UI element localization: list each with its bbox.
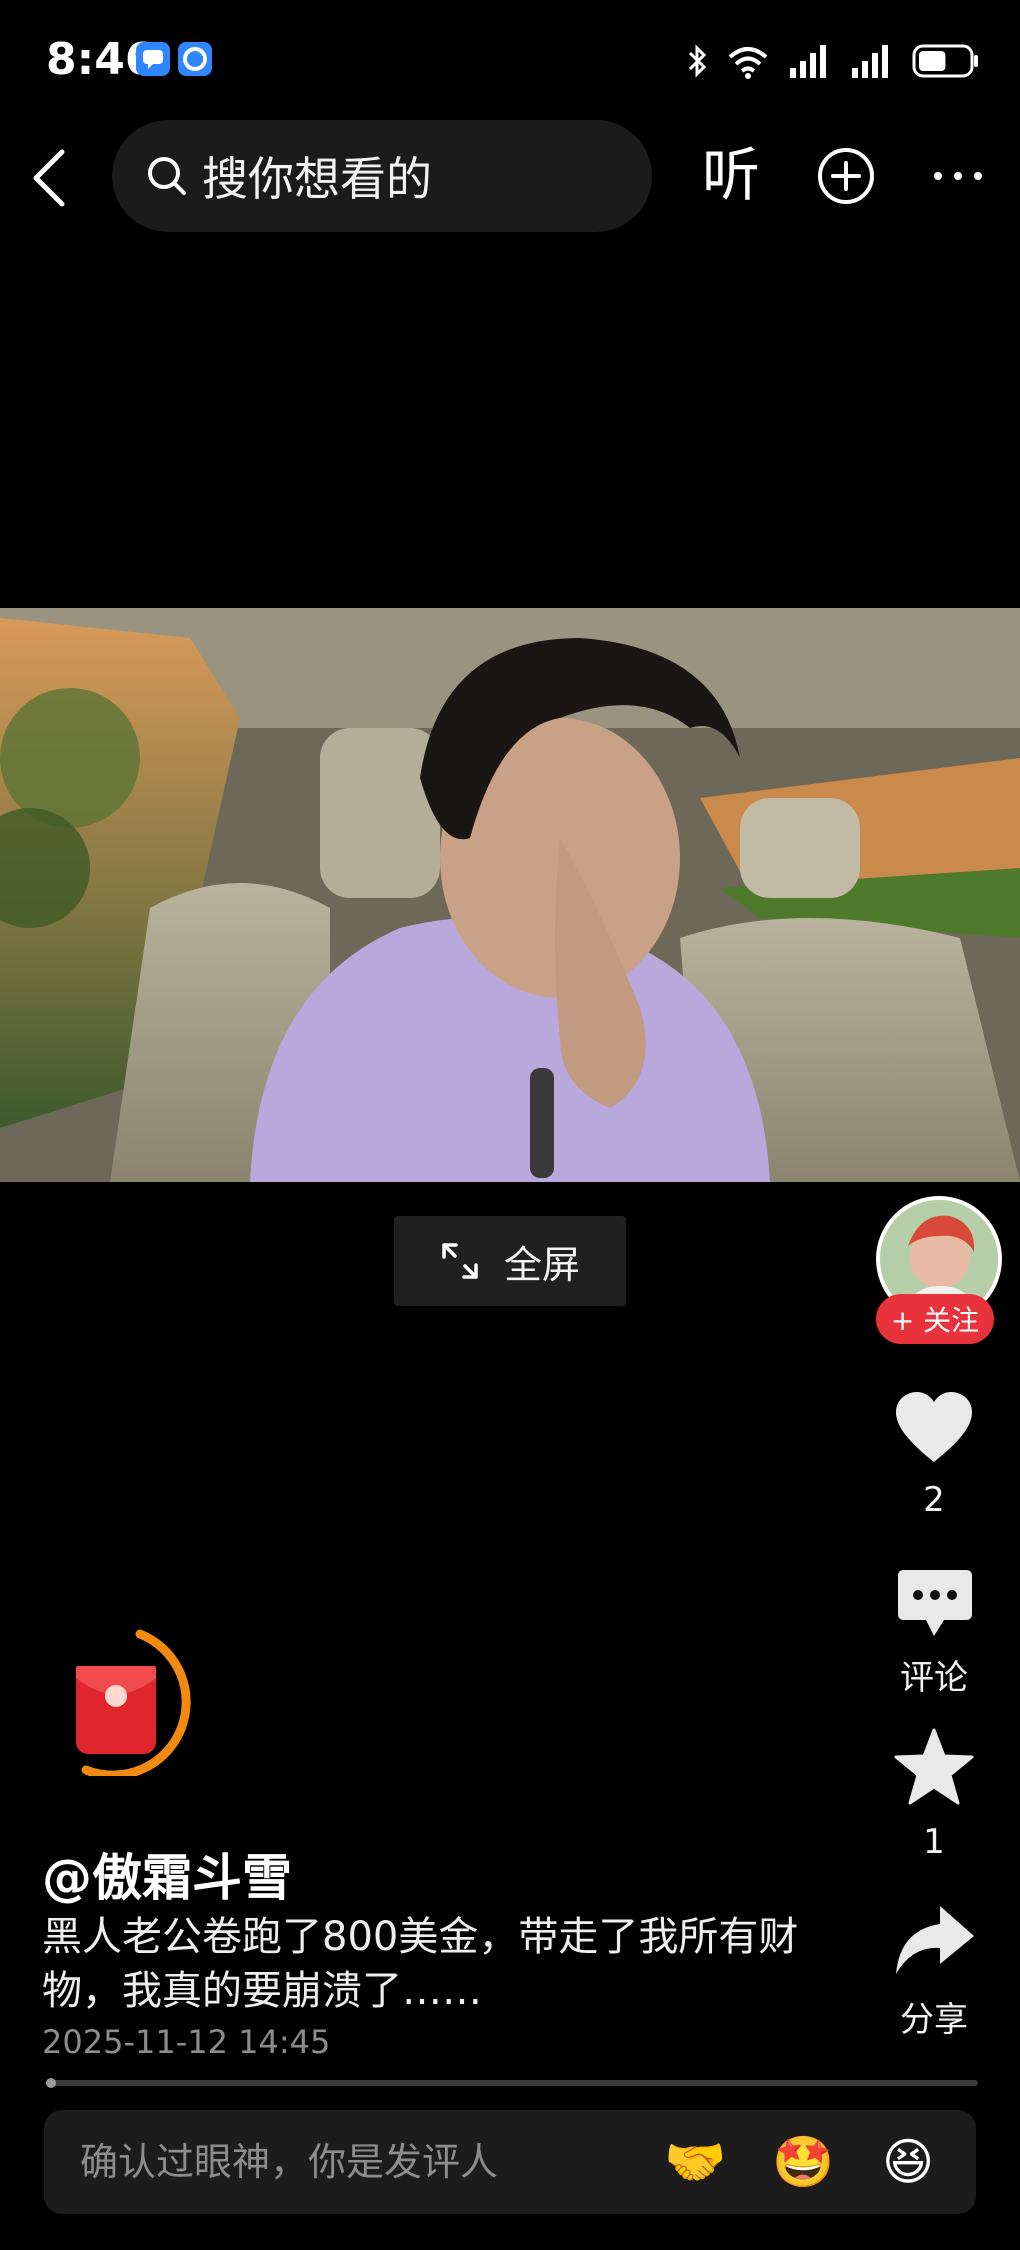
message-app-icon (136, 42, 170, 76)
comment-input[interactable]: 确认过眼神，你是发评人 🤝 🤩 😆 (44, 2110, 976, 2214)
more-icon[interactable] (930, 166, 986, 186)
video-frame (0, 608, 1020, 1182)
like-button[interactable] (894, 1390, 974, 1466)
wifi-icon (728, 47, 768, 79)
bluetooth-icon (688, 44, 707, 78)
app-icon (178, 42, 212, 76)
favorite-count: 1 (923, 1822, 945, 1862)
star-icon (894, 1728, 974, 1805)
favorite-button[interactable] (894, 1728, 974, 1806)
video-player[interactable] (0, 608, 1020, 1182)
status-icons (686, 36, 980, 86)
comment-label: 评论 (900, 1658, 968, 1698)
share-label: 分享 (900, 2000, 968, 2040)
battery-icon (912, 44, 978, 78)
laughing-emoji-button[interactable]: 😆 (878, 2132, 938, 2192)
plus-circle-icon[interactable] (816, 146, 876, 206)
like-count: 2 (923, 1480, 945, 1520)
author-name[interactable]: @傲霜斗雪 (42, 1846, 292, 1910)
listen-button[interactable]: 听 (702, 140, 760, 210)
red-packet-icon (76, 1666, 156, 1754)
share-arrow-icon (896, 1906, 974, 1974)
star-eyes-emoji-button[interactable]: 🤩 (772, 2132, 834, 2192)
comment-button[interactable] (896, 1568, 974, 1640)
fullscreen-button[interactable]: 全屏 (394, 1216, 626, 1306)
expand-icon (442, 1243, 478, 1279)
heart-icon (896, 1392, 972, 1462)
video-progress-bar[interactable] (46, 2078, 978, 2088)
handshake-emoji-button[interactable]: 🤝 (664, 2132, 726, 2192)
search-icon (148, 157, 186, 195)
video-description: 黑人老公卷跑了800美金，带走了我所有财物，我真的要崩溃了…… (42, 1914, 799, 2014)
signal-icon (790, 45, 826, 78)
signal-icon (852, 45, 888, 78)
red-packet-widget[interactable] (70, 1628, 194, 1780)
search-placeholder: 搜你想看的 (202, 152, 432, 206)
share-button[interactable] (894, 1904, 976, 1976)
back-arrow-icon[interactable] (26, 146, 78, 210)
post-date: 2025-11-12 14:45 (42, 2023, 331, 2061)
comment-icon (898, 1570, 972, 1636)
progress-handle[interactable] (46, 2078, 56, 2088)
comment-placeholder: 确认过眼神，你是发评人 (80, 2140, 499, 2184)
fullscreen-label: 全屏 (503, 1242, 580, 1287)
follow-button[interactable]: + 关注 (876, 1294, 994, 1344)
search-input[interactable]: 搜你想看的 (112, 120, 652, 232)
